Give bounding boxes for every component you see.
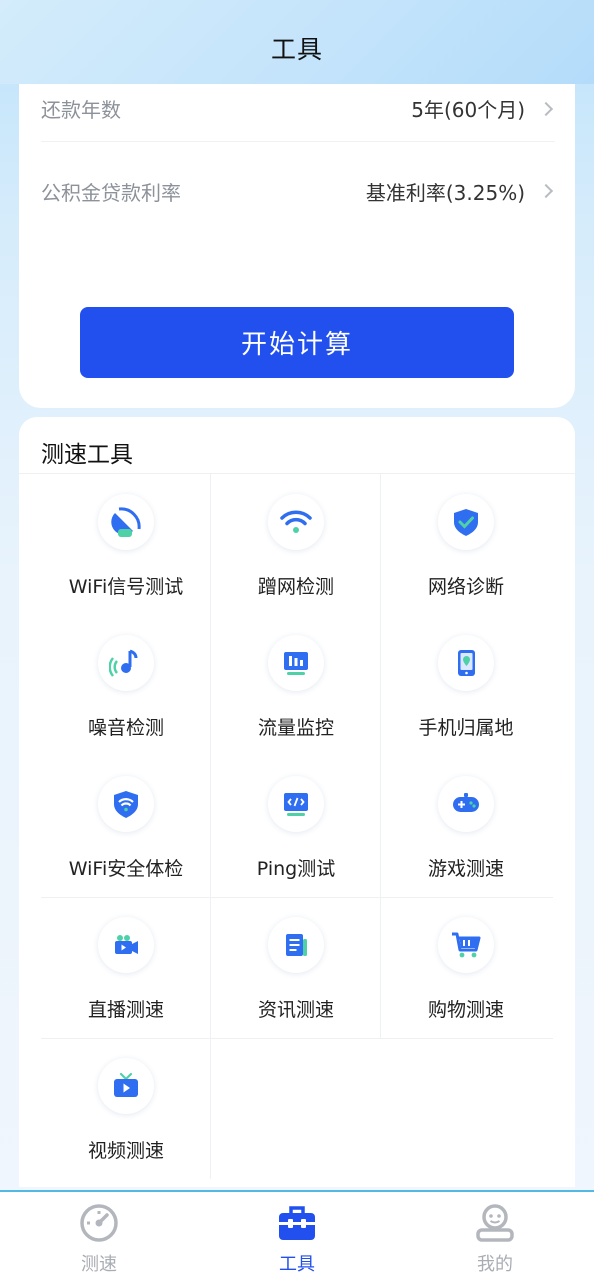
tool-label: 网络诊断 — [427, 576, 504, 598]
repayment-years-row[interactable]: 还款年数 5年(60个月) — [41, 76, 555, 142]
tool-wifi-security-check[interactable]: WiFi安全体检 — [41, 756, 211, 897]
speedometer-icon — [78, 1202, 120, 1248]
tab-tools[interactable]: 工具 — [237, 1202, 357, 1276]
satellite-dish-icon — [98, 494, 154, 550]
shield-check-icon — [438, 494, 494, 550]
tool-label: 游戏测速 — [427, 858, 504, 880]
tool-label: 直播测速 — [87, 999, 164, 1021]
tab-label: 工具 — [279, 1254, 315, 1275]
tab-mine[interactable]: 我的 — [435, 1202, 555, 1276]
tool-label: WiFi安全体检 — [68, 858, 184, 880]
tool-label: Ping测试 — [256, 858, 336, 880]
tool-wifi-signal-test[interactable]: WiFi信号测试 — [41, 474, 211, 615]
tool-shopping-speed[interactable]: 购物测速 — [381, 897, 551, 1038]
video-camera-icon — [98, 917, 154, 973]
tool-label: 噪音检测 — [87, 717, 164, 739]
tool-label: 手机归属地 — [418, 717, 514, 739]
tool-game-speed[interactable]: 游戏测速 — [381, 756, 551, 897]
bar-monitor-icon — [268, 635, 324, 691]
speed-tools-card: 测速工具 WiFi信号测试 蹭网检测 网络诊断 噪音检测 流量监控 手机归属地 … — [19, 417, 575, 1187]
phone-location-icon — [438, 635, 494, 691]
tool-live-stream-speed[interactable]: 直播测速 — [41, 897, 211, 1038]
header: 工具 — [0, 0, 594, 84]
tv-play-icon — [98, 1058, 154, 1114]
interest-rate-label: 公积金贷款利率 — [41, 180, 181, 205]
tool-label: 购物测速 — [427, 999, 504, 1021]
shopping-cart-icon — [438, 917, 494, 973]
tool-label: 资讯测速 — [257, 999, 334, 1021]
gamepad-icon — [438, 776, 494, 832]
interest-rate-value: 基准利率(3.25%) — [365, 180, 525, 205]
music-note-icon — [98, 635, 154, 691]
tool-noise-detect[interactable]: 噪音检测 — [41, 615, 211, 756]
profile-icon — [474, 1202, 516, 1248]
tool-phone-location[interactable]: 手机归属地 — [381, 615, 551, 756]
section-title: 测速工具 — [41, 442, 133, 468]
tool-video-speed[interactable]: 视频测速 — [41, 1038, 211, 1179]
tab-label: 我的 — [477, 1254, 513, 1275]
repayment-years-label: 还款年数 — [41, 98, 121, 122]
page-title: 工具 — [270, 35, 323, 64]
toolbox-icon — [276, 1202, 318, 1248]
tab-label: 测速 — [81, 1254, 117, 1275]
tool-network-diagnosis[interactable]: 网络诊断 — [381, 474, 551, 615]
tool-label: 视频测速 — [87, 1140, 164, 1162]
tool-wifi-leech-detect[interactable]: 蹭网检测 — [211, 474, 381, 615]
chevron-right-icon — [538, 101, 554, 116]
tab-speed-test[interactable]: 测速 — [39, 1202, 159, 1276]
tool-label: 流量监控 — [257, 717, 334, 739]
bottom-tab-bar: 测速 工具 我的 — [0, 1190, 594, 1280]
tool-label: 蹭网检测 — [257, 576, 334, 598]
tool-traffic-monitor[interactable]: 流量监控 — [211, 615, 381, 756]
chevron-right-icon — [538, 183, 554, 199]
code-monitor-icon — [268, 776, 324, 832]
tool-ping-test[interactable]: Ping测试 — [211, 756, 381, 897]
tool-news-speed[interactable]: 资讯测速 — [211, 897, 381, 1038]
wifi-icon — [268, 494, 324, 550]
loan-calculator-card: 还款年数 5年(60个月) 公积金贷款利率 基准利率(3.25%) 开始计算 — [19, 84, 575, 408]
interest-rate-row[interactable]: 公积金贷款利率 基准利率(3.25%) — [41, 162, 555, 220]
tool-label: WiFi信号测试 — [68, 576, 184, 598]
start-calculate-button[interactable]: 开始计算 — [80, 307, 514, 378]
repayment-years-value: 5年(60个月) — [411, 98, 525, 122]
news-icon — [268, 917, 324, 973]
wifi-shield-icon — [98, 776, 154, 832]
